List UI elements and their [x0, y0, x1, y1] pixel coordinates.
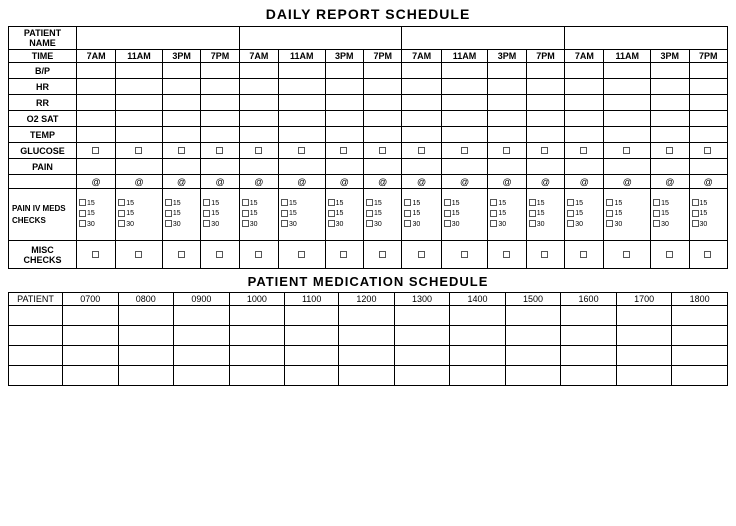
time-7pm-1: 7PM [201, 50, 239, 63]
med-col-1600: 1600 [561, 293, 617, 306]
medication-table: PATIENT 0700 0800 0900 1000 1100 1200 13… [8, 292, 728, 386]
patient-name-label: PATIENT NAME [9, 27, 77, 50]
pain-iv-check[interactable]: 151530 [201, 189, 239, 241]
at-symbol: @ [565, 175, 604, 189]
pain-iv-check[interactable]: 151530 [239, 189, 278, 241]
med-row [9, 326, 728, 346]
pain-iv-label: PAIN IV MEDSCHECKS [9, 189, 77, 241]
main-title: DAILY REPORT SCHEDULE [8, 6, 728, 22]
med-col-1200: 1200 [339, 293, 395, 306]
misc-label: MISCCHECKS [9, 241, 77, 269]
at-symbol: @ [526, 175, 564, 189]
time-3pm-1: 3PM [162, 50, 200, 63]
med-col-0700: 0700 [63, 293, 119, 306]
pain-iv-check[interactable]: 151530 [77, 189, 116, 241]
med-row [9, 346, 728, 366]
pain-iv-check[interactable]: 151530 [278, 189, 325, 241]
pain-iv-check[interactable]: 151530 [162, 189, 200, 241]
o2sat-label: O2 SAT [9, 111, 77, 127]
at-symbol: @ [488, 175, 526, 189]
pain-iv-check[interactable]: 151530 [325, 189, 363, 241]
time-7pm-4: 7PM [689, 50, 728, 63]
med-col-1700: 1700 [616, 293, 672, 306]
at-label-cell [9, 175, 77, 189]
time-label: TIME [9, 50, 77, 63]
med-row [9, 306, 728, 326]
at-symbol: @ [278, 175, 325, 189]
pain-iv-check[interactable]: 151530 [689, 189, 728, 241]
bp-cell[interactable] [565, 63, 604, 79]
bp-cell[interactable] [689, 63, 728, 79]
bp-cell[interactable] [77, 63, 116, 79]
time-7pm-3: 7PM [526, 50, 564, 63]
bp-cell[interactable] [651, 63, 689, 79]
pain-iv-check[interactable]: 151530 [441, 189, 488, 241]
at-symbol: @ [116, 175, 163, 189]
at-symbol: @ [402, 175, 441, 189]
at-symbol: @ [441, 175, 488, 189]
bp-cell[interactable] [488, 63, 526, 79]
med-col-1400: 1400 [450, 293, 506, 306]
bp-cell[interactable] [441, 63, 488, 79]
at-symbol: @ [651, 175, 689, 189]
bp-cell[interactable] [162, 63, 200, 79]
at-symbol: @ [162, 175, 200, 189]
pain-iv-check[interactable]: 151530 [488, 189, 526, 241]
bp-cell[interactable] [325, 63, 363, 79]
time-7am-2: 7AM [239, 50, 278, 63]
pain-label: PAIN [9, 159, 77, 175]
med-col-1500: 1500 [505, 293, 561, 306]
pain-iv-check[interactable]: 151530 [364, 189, 402, 241]
at-symbol: @ [689, 175, 728, 189]
pain-iv-check[interactable]: 151530 [565, 189, 604, 241]
time-7am-1: 7AM [77, 50, 116, 63]
med-col-patient: PATIENT [9, 293, 63, 306]
bp-cell[interactable] [604, 63, 651, 79]
bp-cell[interactable] [278, 63, 325, 79]
at-symbol: @ [201, 175, 239, 189]
pain-iv-check[interactable]: 151530 [402, 189, 441, 241]
med-col-0900: 0900 [174, 293, 230, 306]
med-row [9, 366, 728, 386]
time-3pm-2: 3PM [325, 50, 363, 63]
bp-cell[interactable] [116, 63, 163, 79]
med-col-1100: 1100 [285, 293, 339, 306]
pain-iv-check[interactable]: 151530 [604, 189, 651, 241]
bp-label: B/P [9, 63, 77, 79]
pain-iv-check[interactable]: 151530 [651, 189, 689, 241]
med-col-0800: 0800 [118, 293, 174, 306]
time-11am-2: 11AM [278, 50, 325, 63]
pain-iv-check[interactable]: 151530 [116, 189, 163, 241]
time-7am-4: 7AM [565, 50, 604, 63]
med-col-1000: 1000 [229, 293, 285, 306]
at-symbol: @ [77, 175, 116, 189]
time-11am-1: 11AM [116, 50, 163, 63]
bp-cell[interactable] [402, 63, 441, 79]
at-symbol: @ [239, 175, 278, 189]
med-col-1300: 1300 [394, 293, 450, 306]
at-symbol: @ [604, 175, 651, 189]
daily-report-table: PATIENT NAME TIME 7AM 11AM 3PM 7PM 7AM 1… [8, 26, 728, 269]
bp-cell[interactable] [239, 63, 278, 79]
hr-label: HR [9, 79, 77, 95]
med-title: PATIENT MEDICATION SCHEDULE [8, 274, 728, 289]
time-7pm-2: 7PM [364, 50, 402, 63]
time-11am-4: 11AM [604, 50, 651, 63]
time-11am-3: 11AM [441, 50, 488, 63]
at-symbol: @ [325, 175, 363, 189]
bp-cell[interactable] [201, 63, 239, 79]
time-3pm-3: 3PM [488, 50, 526, 63]
glucose-label: GLUCOSE [9, 143, 77, 159]
pain-iv-check[interactable]: 151530 [526, 189, 564, 241]
bp-cell[interactable] [526, 63, 564, 79]
time-7am-3: 7AM [402, 50, 441, 63]
bp-cell[interactable] [364, 63, 402, 79]
at-symbol: @ [364, 175, 402, 189]
med-col-1800: 1800 [672, 293, 728, 306]
time-3pm-4: 3PM [651, 50, 689, 63]
temp-label: TEMP [9, 127, 77, 143]
rr-label: RR [9, 95, 77, 111]
